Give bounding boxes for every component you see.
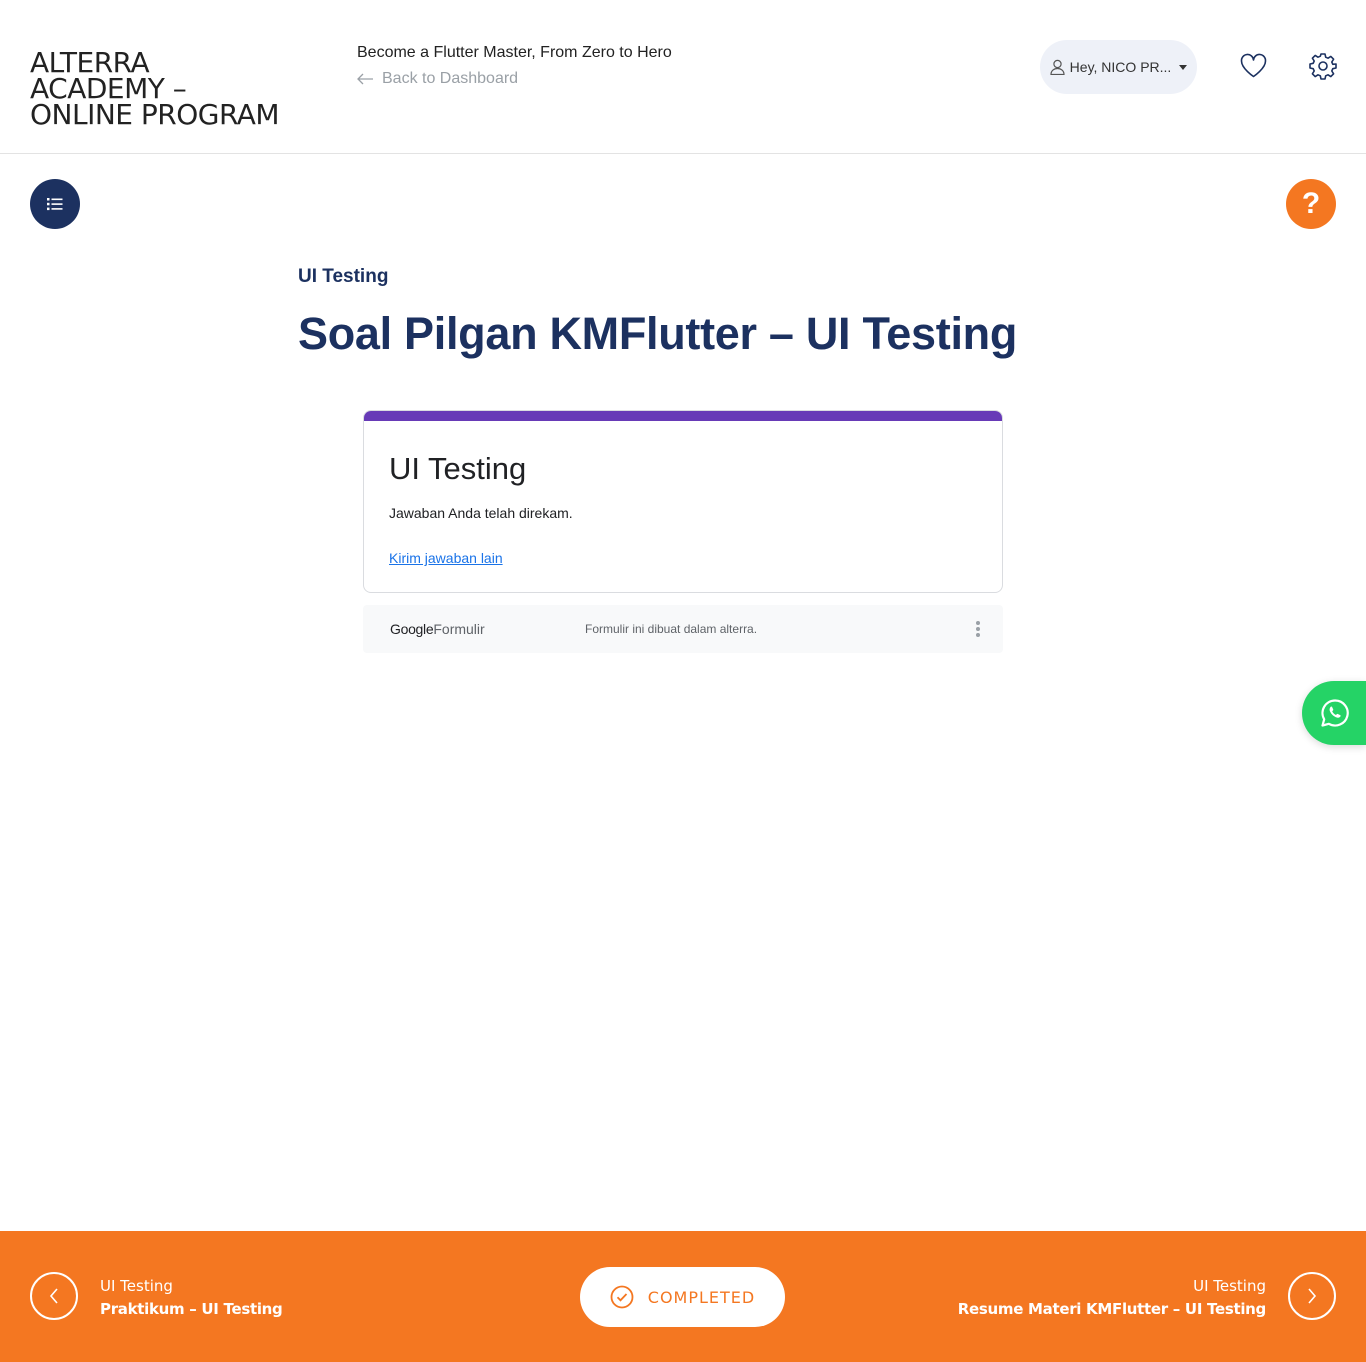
more-vert-icon[interactable] <box>974 619 982 639</box>
next-lesson-link[interactable]: UI Testing Resume Materi KMFlutter – UI … <box>957 1277 1267 1318</box>
heart-icon[interactable] <box>1240 53 1267 78</box>
site-header: ALTERRA ACADEMY – ONLINE PROGRAM Become … <box>0 0 1366 154</box>
previous-lesson-link[interactable]: UI Testing Praktikum – UI Testing <box>100 1277 283 1318</box>
google-forms-logo[interactable]: GoogleFormulir <box>390 621 485 637</box>
lesson-section-label: UI Testing <box>298 266 389 287</box>
user-icon <box>1050 59 1065 75</box>
help-button[interactable]: ? <box>1286 179 1336 229</box>
google-form-card: UI Testing Jawaban Anda telah direkam. K… <box>363 410 1003 593</box>
list-icon <box>47 198 63 211</box>
course-outline-button[interactable] <box>30 179 80 229</box>
next-lesson-title: Resume Materi KMFlutter – UI Testing <box>957 1300 1267 1318</box>
question-mark-icon: ? <box>1301 187 1321 220</box>
gear-icon[interactable] <box>1309 52 1337 80</box>
form-confirmation-message: Jawaban Anda telah direkam. <box>389 505 573 521</box>
back-to-dashboard-link[interactable]: Back to Dashboard <box>357 70 672 88</box>
whatsapp-button[interactable] <box>1302 681 1366 745</box>
user-greeting: Hey, NICO PR... <box>1069 59 1172 75</box>
google-wordmark: Google <box>390 621 434 637</box>
check-circle-icon <box>610 1285 634 1309</box>
completed-label: COMPLETED <box>647 1287 756 1307</box>
forms-wordmark: Formulir <box>433 621 485 637</box>
course-info: Become a Flutter Master, From Zero to He… <box>357 44 672 88</box>
page-title: Soal Pilgan KMFlutter – UI Testing <box>298 308 1018 359</box>
site-logo[interactable]: ALTERRA ACADEMY – ONLINE PROGRAM <box>30 49 330 131</box>
next-lesson-section: UI Testing <box>1193 1277 1266 1295</box>
chevron-down-icon <box>1179 64 1188 70</box>
google-form-footer: GoogleFormulir Formulir ini dibuat dalam… <box>363 605 1003 653</box>
logo-line-3: ONLINE PROGRAM <box>30 98 280 131</box>
user-menu-button[interactable]: Hey, NICO PR... <box>1040 40 1197 94</box>
submit-another-response-link[interactable]: Kirim jawaban lain <box>389 550 503 566</box>
next-lesson-button[interactable] <box>1288 1272 1336 1320</box>
lesson-navigation-bar: UI Testing Praktikum – UI Testing COMPLE… <box>0 1231 1366 1362</box>
completed-button[interactable]: COMPLETED <box>580 1267 785 1327</box>
previous-lesson-section: UI Testing <box>100 1277 173 1295</box>
course-title: Become a Flutter Master, From Zero to He… <box>357 44 672 61</box>
previous-lesson-title: Praktikum – UI Testing <box>100 1300 283 1318</box>
chevron-left-icon <box>49 1288 58 1304</box>
whatsapp-icon <box>1321 699 1349 727</box>
form-accent-bar <box>364 411 1002 421</box>
form-footer-note: Formulir ini dibuat dalam alterra. <box>585 622 758 636</box>
form-title: UI Testing <box>389 451 527 486</box>
chevron-right-icon <box>1308 1288 1317 1304</box>
arrow-left-icon <box>357 73 373 85</box>
previous-lesson-button[interactable] <box>30 1272 78 1320</box>
back-link-label: Back to Dashboard <box>382 70 519 87</box>
